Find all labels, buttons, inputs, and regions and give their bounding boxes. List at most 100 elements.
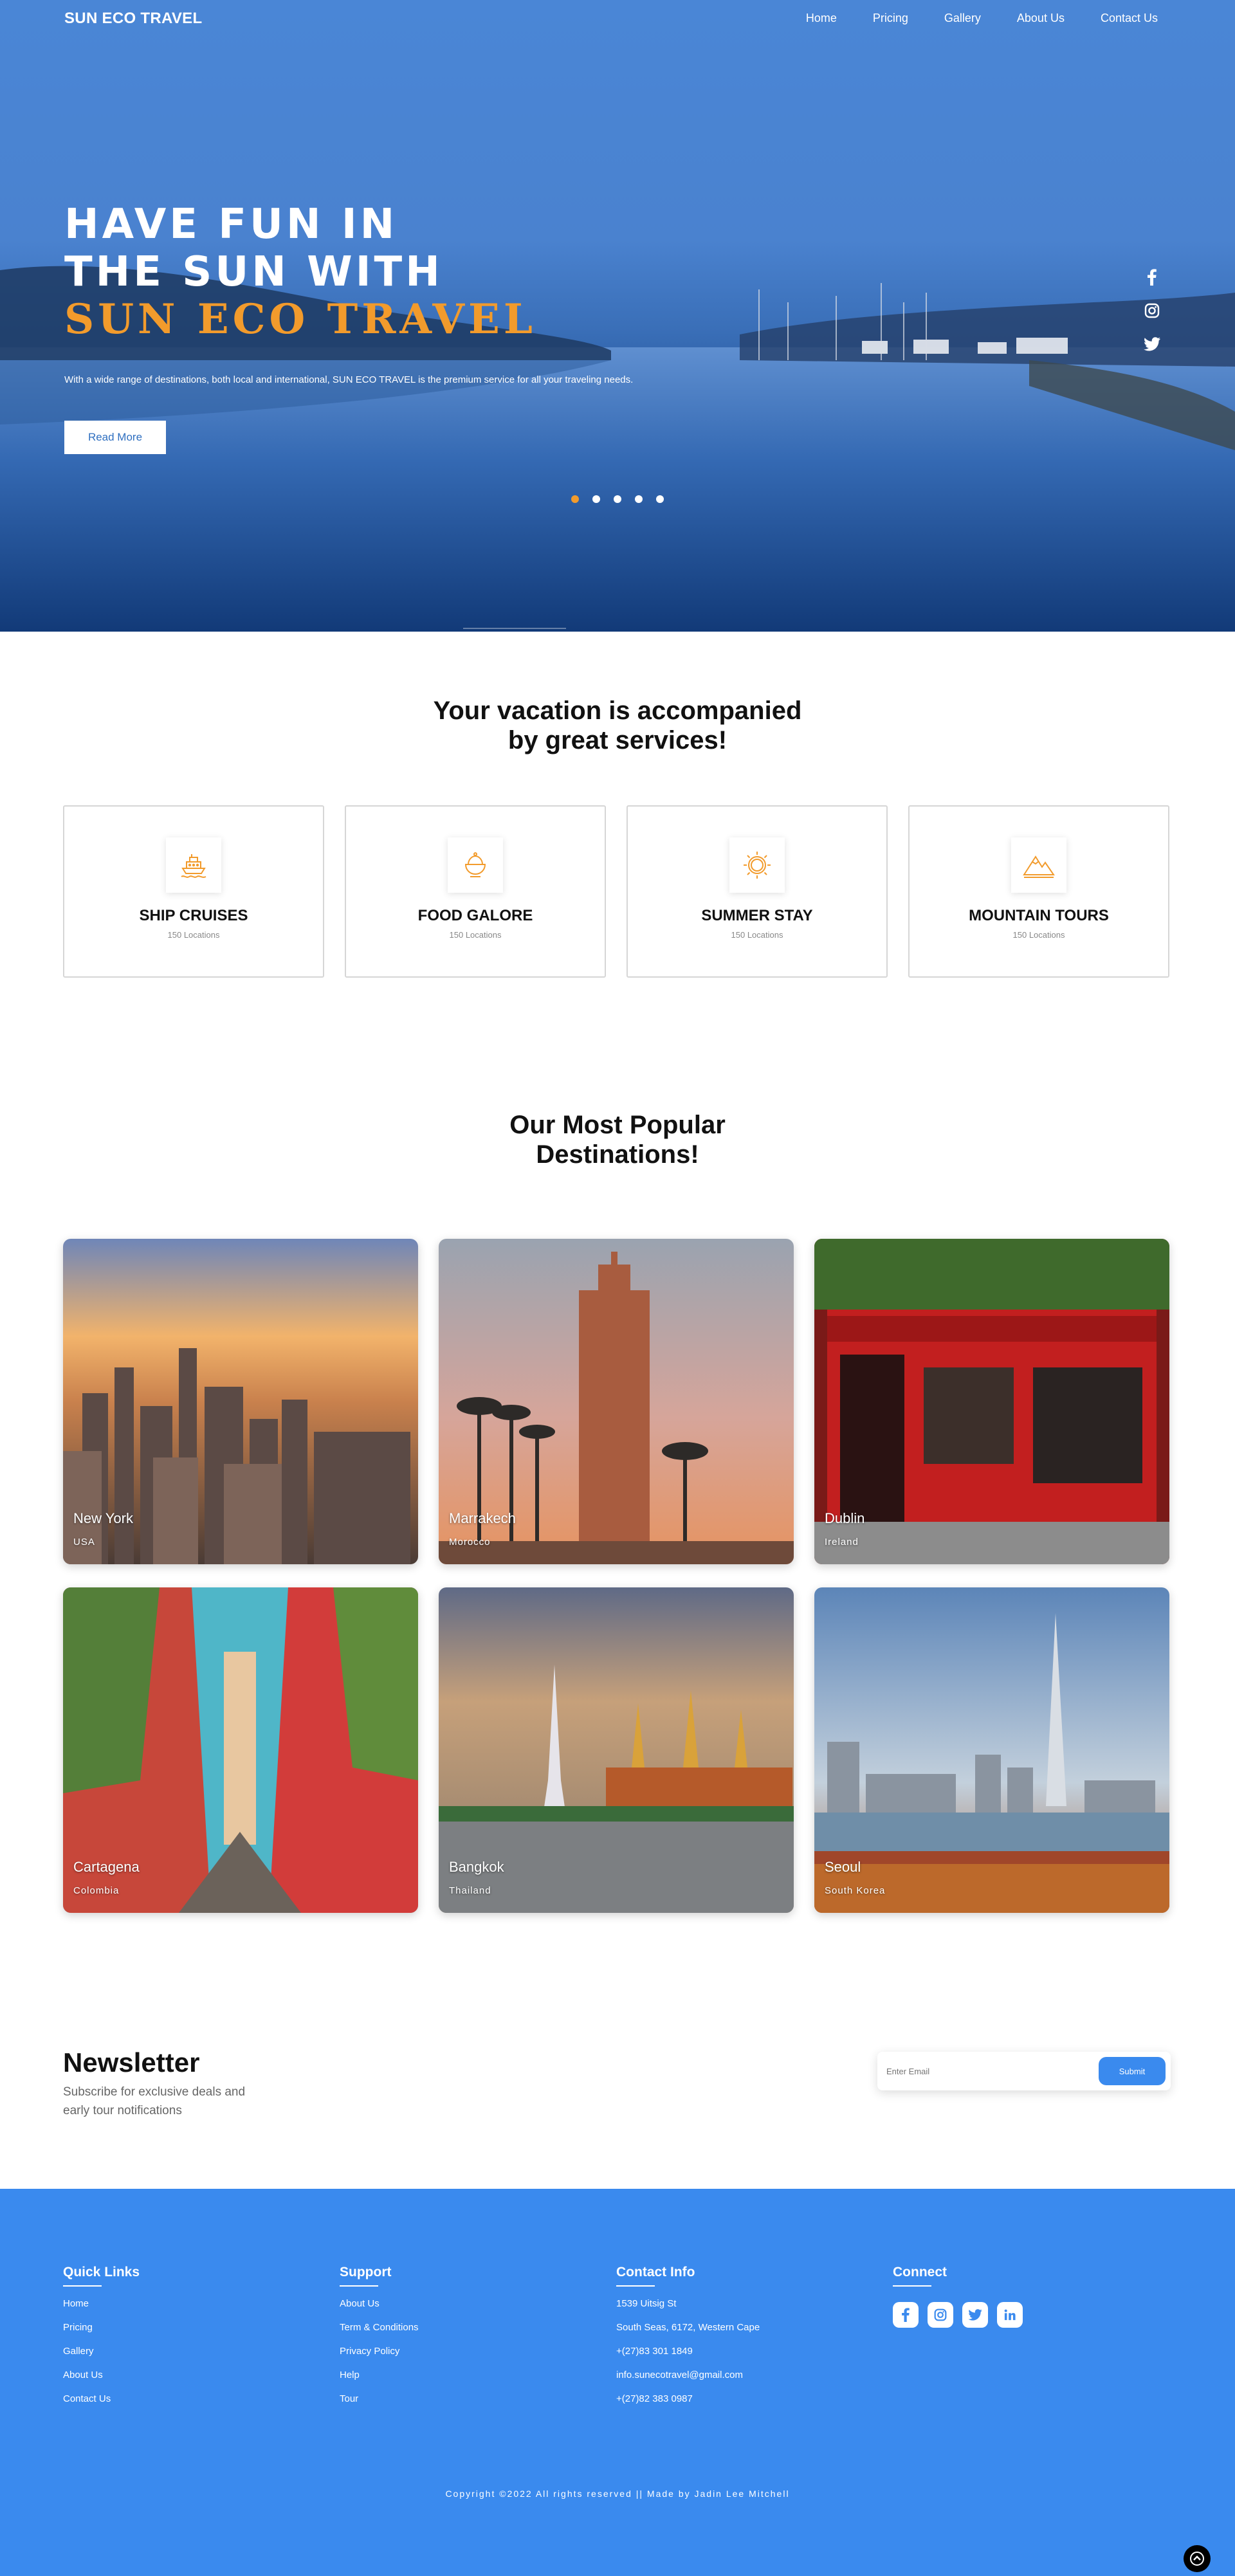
service-card-sub: 150 Locations xyxy=(731,930,783,940)
newsletter-form: Submit xyxy=(877,2052,1171,2090)
footer-heading: Support xyxy=(340,2265,391,2287)
service-card-sub: 150 Locations xyxy=(449,930,502,940)
destination-city: Dublin xyxy=(825,1510,865,1526)
service-cards: SHIP CRUISES 150 Locations FOOD GALORE 1… xyxy=(63,805,1169,978)
hero-section: SUN ECO TRAVEL Home Pricing Gallery Abou… xyxy=(0,0,1235,632)
services-section: Your vacation is accompanied by great se… xyxy=(0,632,1235,1055)
hero-slider-dots xyxy=(571,495,664,503)
copyright-text: Copyright ©2022 All rights reserved || M… xyxy=(445,2489,790,2499)
slider-dot-5[interactable] xyxy=(656,495,664,503)
site-footer: Quick Links Home Pricing Gallery About U… xyxy=(0,2189,1235,2576)
destination-card-new-york[interactable]: New York USA xyxy=(63,1239,418,1564)
email-input[interactable] xyxy=(886,2061,1079,2081)
destinations-title: Our Most Popular Destinations! xyxy=(0,1110,1235,1169)
contact-email[interactable]: info.sunecotravel@gmail.com xyxy=(616,2370,861,2381)
slider-dot-3[interactable] xyxy=(614,495,621,503)
footer-support: Support About Us Term & Conditions Priva… xyxy=(340,2265,584,2417)
contact-street: 1539 Uitsig St xyxy=(616,2298,677,2309)
hero-title: HAVE FUN IN THE SUN WITH SUN ECO TRAVEL xyxy=(64,201,536,343)
facebook-icon[interactable] xyxy=(893,2302,919,2328)
destination-country: USA xyxy=(73,1537,95,1548)
service-card-title: MOUNTAIN TOURS xyxy=(969,907,1109,924)
destination-card-seoul[interactable]: Seoul South Korea xyxy=(814,1587,1169,1913)
slider-dot-2[interactable] xyxy=(592,495,600,503)
top-navigation: SUN ECO TRAVEL Home Pricing Gallery Abou… xyxy=(0,0,1235,36)
footer-link-about[interactable]: About Us xyxy=(63,2370,307,2381)
facebook-icon[interactable] xyxy=(1144,269,1160,286)
service-card-ship-cruises[interactable]: SHIP CRUISES 150 Locations xyxy=(63,805,324,978)
destination-card-bangkok[interactable]: Bangkok Thailand xyxy=(439,1587,794,1913)
destinations-section: Our Most Popular Destinations! New York … xyxy=(0,1055,1235,1915)
destinations-grid: New York USA Marrakech Morocco Dublin Ir… xyxy=(63,1239,1169,1913)
service-card-food-galore[interactable]: FOOD GALORE 150 Locations xyxy=(345,805,606,978)
destination-country: Colombia xyxy=(73,1885,120,1896)
newsletter-subtitle: Subscribe for exclusive deals and early … xyxy=(63,2085,246,2117)
instagram-icon[interactable] xyxy=(928,2302,953,2328)
footer-link-gallery[interactable]: Gallery xyxy=(63,2346,307,2357)
nav-link-home[interactable]: Home xyxy=(806,12,837,25)
destination-country: South Korea xyxy=(825,1885,886,1896)
contact-phone-1[interactable]: +(27)83 301 1849 xyxy=(616,2346,861,2357)
slider-dot-1[interactable] xyxy=(571,495,579,503)
destination-city: New York xyxy=(73,1510,133,1526)
service-card-summer-stay[interactable]: SUMMER STAY 150 Locations xyxy=(627,805,888,978)
dublin-pub-image xyxy=(814,1239,1169,1564)
ship-icon xyxy=(166,837,221,893)
footer-heading: Connect xyxy=(893,2265,947,2287)
service-card-sub: 150 Locations xyxy=(167,930,220,940)
nav-links: Home Pricing Gallery About Us Contact Us xyxy=(770,12,1158,25)
service-card-mountain-tours[interactable]: MOUNTAIN TOURS 150 Locations xyxy=(908,805,1169,978)
destination-country: Morocco xyxy=(449,1537,491,1548)
instagram-icon[interactable] xyxy=(1144,302,1160,319)
destination-card-cartagena[interactable]: Cartagena Colombia xyxy=(63,1587,418,1913)
newsletter-section: Newsletter Subscribe for exclusive deals… xyxy=(0,1915,1235,2189)
hero-title-accent: SUN ECO TRAVEL xyxy=(64,295,536,343)
services-title: Your vacation is accompanied by great se… xyxy=(0,696,1235,755)
footer-connect: Connect xyxy=(893,2265,1137,2328)
submit-button[interactable]: Submit xyxy=(1099,2057,1166,2085)
read-more-button[interactable]: Read More xyxy=(64,421,166,454)
chevron-up-icon xyxy=(1190,2552,1204,2566)
nav-link-contact[interactable]: Contact Us xyxy=(1101,12,1158,25)
scroll-to-top-button[interactable] xyxy=(1184,2545,1211,2572)
hero-title-line2: THE SUN WITH xyxy=(64,248,443,296)
contact-phone-2[interactable]: +(27)82 383 0987 xyxy=(616,2393,861,2405)
footer-link-contact[interactable]: Contact Us xyxy=(63,2393,307,2405)
twitter-icon[interactable] xyxy=(1144,336,1160,352)
destinations-title-line1: Our Most Popular xyxy=(509,1111,726,1139)
services-title-line1: Your vacation is accompanied xyxy=(433,697,802,725)
footer-link-home[interactable]: Home xyxy=(63,2298,307,2310)
nav-link-gallery[interactable]: Gallery xyxy=(944,12,981,25)
footer-link-privacy[interactable]: Privacy Policy xyxy=(340,2346,584,2357)
destination-card-dublin[interactable]: Dublin Ireland xyxy=(814,1239,1169,1564)
hero-title-line1: HAVE FUN IN xyxy=(64,201,398,248)
destination-card-marrakech[interactable]: Marrakech Morocco xyxy=(439,1239,794,1564)
footer-link-tour[interactable]: Tour xyxy=(340,2393,584,2405)
footer-link-terms[interactable]: Term & Conditions xyxy=(340,2322,584,2334)
brand-logo[interactable]: SUN ECO TRAVEL xyxy=(64,10,202,28)
nav-link-pricing[interactable]: Pricing xyxy=(873,12,908,25)
food-bowl-icon xyxy=(448,837,503,893)
service-card-title: FOOD GALORE xyxy=(417,907,533,924)
twitter-icon[interactable] xyxy=(962,2302,988,2328)
footer-link-help[interactable]: Help xyxy=(340,2370,584,2381)
service-card-sub: 150 Locations xyxy=(1012,930,1065,940)
hero-progress-line xyxy=(463,628,566,629)
footer-contact-info: Contact Info 1539 Uitsig St South Seas, … xyxy=(616,2265,861,2417)
newsletter-title: Newsletter xyxy=(63,2047,200,2078)
service-card-title: SUMMER STAY xyxy=(701,907,813,924)
hero-subtitle: With a wide range of destinations, both … xyxy=(64,374,634,385)
mountain-icon xyxy=(1011,837,1066,893)
footer-heading: Contact Info xyxy=(616,2265,695,2287)
linkedin-icon[interactable] xyxy=(997,2302,1023,2328)
footer-link-pricing[interactable]: Pricing xyxy=(63,2322,307,2334)
destination-city: Marrakech xyxy=(449,1510,516,1526)
slider-dot-4[interactable] xyxy=(635,495,643,503)
nav-link-about[interactable]: About Us xyxy=(1017,12,1065,25)
destination-country: Thailand xyxy=(449,1885,491,1896)
contact-city: South Seas, 6172, Western Cape xyxy=(616,2322,760,2333)
footer-link-about-us[interactable]: About Us xyxy=(340,2298,584,2310)
destination-city: Seoul xyxy=(825,1859,861,1875)
seoul-tower-image xyxy=(814,1587,1169,1913)
destination-city: Cartagena xyxy=(73,1859,140,1875)
